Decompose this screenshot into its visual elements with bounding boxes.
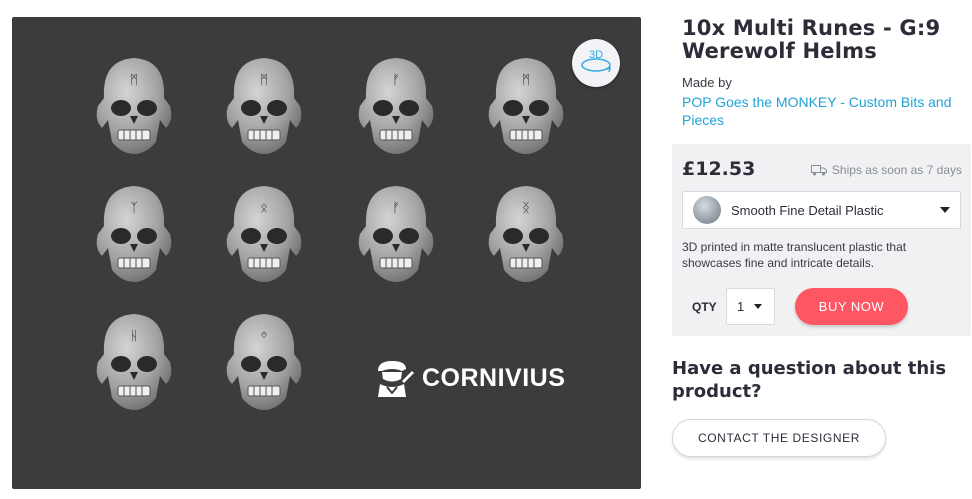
helmet-image: ᚠ [358, 186, 434, 282]
brand-name: CORNIVIUS [422, 363, 566, 392]
view-3d-label: 3D [588, 49, 604, 61]
material-label: Smooth Fine Detail Plastic [731, 202, 884, 218]
helmet-image: ᛟ [226, 186, 302, 282]
product-title: 10x Multi Runes - G:9 Werewolf Helms [682, 16, 941, 63]
quantity-value: 1 [737, 299, 745, 314]
helmet-rune: ᛗ [522, 73, 530, 88]
product-image-viewer[interactable]: ᛗ ᛗ ᚠ ᛗ ᛉ ᛟ ᚠ ᛝ ᚺ ᛜ 3D CORNIVIUS [12, 17, 641, 489]
product-page: ᛗ ᛗ ᚠ ᛗ ᛉ ᛟ ᚠ ᛝ ᚺ ᛜ 3D CORNIVIUS 10x Multi Runes … [0, 0, 972, 499]
chevron-down-icon [754, 304, 763, 309]
shipping-text: Ships as soon as 7 days [831, 163, 962, 177]
helmet-rune: ᛗ [130, 73, 138, 88]
material-description: 3D printed in matte translucent plastic … [682, 240, 907, 270]
purchase-box: £12.53 Ships as soon as 7 days Smooth Fi… [672, 144, 971, 336]
helmet-rune: ᛜ [260, 329, 268, 344]
helmet-image: ᚠ [358, 58, 434, 154]
helmet-rune: ᚺ [130, 329, 138, 344]
chevron-down-icon [940, 207, 950, 213]
helmet-image: ᛗ [226, 58, 302, 154]
material-swatch [693, 196, 721, 224]
helmet-image: ᛗ [96, 58, 172, 154]
qty-label: QTY [692, 300, 717, 314]
helmet-rune: ᛝ [522, 201, 530, 216]
contact-designer-button[interactable]: CONTACT THE DESIGNER [672, 419, 886, 457]
painter-logo-icon [378, 361, 414, 397]
helmet-image: ᛉ [96, 186, 172, 282]
question-heading: Have a question about this product? [672, 358, 947, 402]
view-3d-button[interactable]: 3D [572, 39, 620, 87]
truck-icon [810, 165, 827, 176]
helmet-image: ᚺ [96, 314, 172, 410]
shipping-info: Ships as soon as 7 days [810, 163, 962, 177]
helmet-rune: ᛗ [260, 73, 268, 88]
helmet-image: ᛗ [488, 58, 564, 154]
brand-logo: CORNIVIUS [372, 357, 565, 399]
quantity-select[interactable]: 1 [726, 288, 775, 325]
maker-link[interactable]: POP Goes the MONKEY - Custom Bits and Pi… [682, 93, 967, 129]
helmet-rune: ᚠ [392, 201, 400, 216]
material-select[interactable]: Smooth Fine Detail Plastic [682, 191, 961, 229]
price: £12.53 [682, 158, 756, 180]
helmet-rune: ᚠ [392, 73, 400, 88]
helmet-rune: ᛉ [130, 201, 138, 216]
buy-now-button[interactable]: BUY NOW [795, 288, 908, 325]
helmet-image: ᛜ [226, 314, 302, 410]
made-by-label: Made by [682, 75, 732, 90]
helmet-rune: ᛟ [260, 201, 268, 216]
helmet-image: ᛝ [488, 186, 564, 282]
